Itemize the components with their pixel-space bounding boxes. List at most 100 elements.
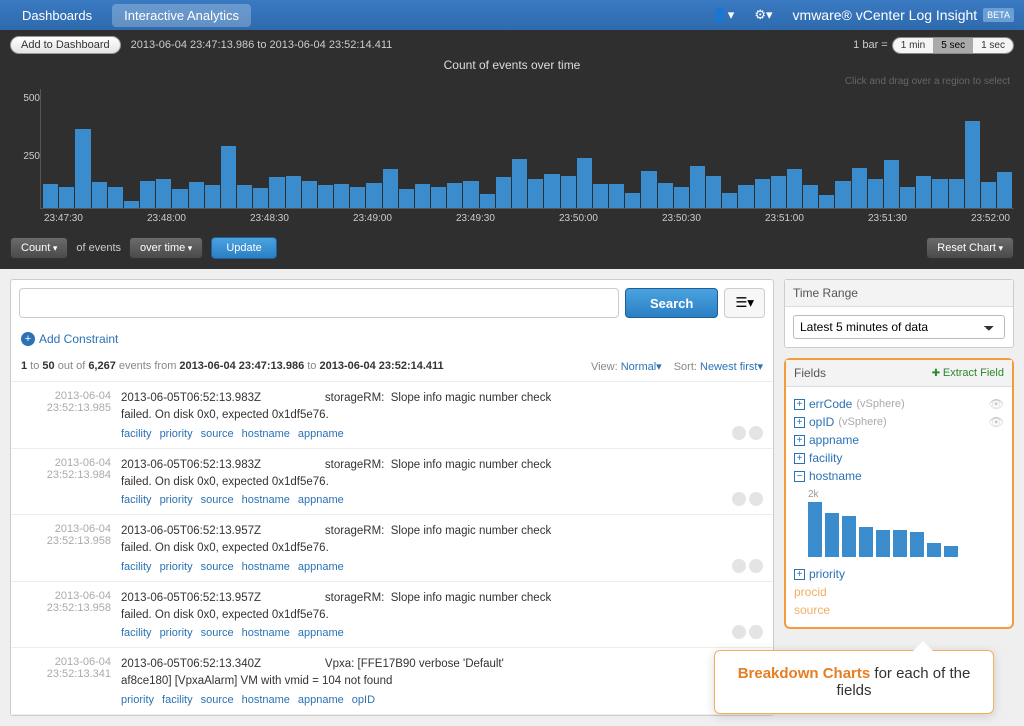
chart-bar[interactable] <box>286 176 301 208</box>
chart-bar[interactable] <box>205 185 220 208</box>
field-link[interactable]: appname <box>809 433 859 447</box>
chart-bar[interactable] <box>544 174 559 209</box>
chart-bar[interactable] <box>334 184 349 208</box>
event-tag[interactable]: appname <box>298 694 344 706</box>
event-tag[interactable]: facility <box>121 561 152 573</box>
chart-bar[interactable] <box>609 184 624 208</box>
chart-bar[interactable] <box>237 185 252 208</box>
chart-bar[interactable] <box>625 193 640 208</box>
chart-bar[interactable] <box>108 187 123 208</box>
view-mode-dropdown[interactable]: Normal▾ <box>621 361 662 373</box>
bar-width-toggle[interactable]: 1 min 5 sec 1 sec <box>892 37 1014 54</box>
chart-bar[interactable] <box>124 201 139 208</box>
chart-bar[interactable] <box>92 182 107 208</box>
event-tag[interactable]: priority <box>121 694 154 706</box>
field-link[interactable]: hostname <box>809 469 862 483</box>
event-tag[interactable]: appname <box>298 627 344 639</box>
chart-bar[interactable] <box>706 176 721 208</box>
over-time-dropdown[interactable]: over time <box>129 237 203 259</box>
chart-bar[interactable] <box>819 195 834 208</box>
event-tag[interactable]: hostname <box>242 627 290 639</box>
chart-bar[interactable] <box>172 189 187 208</box>
expand-icon[interactable]: − <box>794 471 805 482</box>
field-item[interactable]: source <box>794 601 1004 619</box>
field-link[interactable]: errCode <box>809 397 852 411</box>
bar-opt-5sec[interactable]: 5 sec <box>933 38 973 53</box>
chart-bar[interactable] <box>690 166 705 208</box>
event-tag[interactable]: facility <box>121 627 152 639</box>
mini-bar[interactable] <box>893 530 907 558</box>
chart-bar[interactable] <box>932 179 947 208</box>
chart-bar[interactable] <box>431 187 446 208</box>
chart-bar[interactable] <box>302 181 317 208</box>
extract-field-button[interactable]: Extract Field <box>932 367 1004 379</box>
chart-bar[interactable] <box>189 182 204 208</box>
clock-icon[interactable] <box>732 426 746 440</box>
chart-bar[interactable] <box>156 179 171 208</box>
chart-bar[interactable] <box>496 177 511 208</box>
event-tag[interactable]: priority <box>160 494 193 506</box>
chart-bar[interactable] <box>447 183 462 208</box>
aggregation-dropdown[interactable]: Count <box>10 237 68 259</box>
event-tag[interactable]: priority <box>160 428 193 440</box>
event-tag[interactable]: priority <box>160 627 193 639</box>
event-tag[interactable]: facility <box>121 428 152 440</box>
chart-bar[interactable] <box>383 169 398 208</box>
field-item[interactable]: +errCode (vSphere)👁 <box>794 395 1004 413</box>
eye-icon[interactable]: 👁 <box>989 415 1004 429</box>
chart-bar[interactable] <box>366 183 381 208</box>
event-row[interactable]: 2013-06-0423:52:13.3412013-06-05T06:52:1… <box>11 648 773 715</box>
event-row[interactable]: 2013-06-0423:52:13.9852013-06-05T06:52:1… <box>11 382 773 449</box>
clock-icon[interactable] <box>732 559 746 573</box>
event-tag[interactable]: appname <box>298 561 344 573</box>
event-tag[interactable]: hostname <box>242 561 290 573</box>
event-tag[interactable]: source <box>201 694 234 706</box>
chart-bar[interactable] <box>512 159 527 208</box>
field-item[interactable]: +priority <box>794 565 1004 583</box>
event-tag[interactable]: opID <box>352 694 375 706</box>
search-input[interactable] <box>19 288 619 318</box>
chart-bar[interactable] <box>787 169 802 208</box>
gear-icon[interactable]: ⚙▾ <box>744 3 782 27</box>
user-icon[interactable]: 👤▾ <box>702 3 745 27</box>
mini-bar[interactable] <box>927 543 941 557</box>
event-tag[interactable]: priority <box>160 561 193 573</box>
event-row[interactable]: 2013-06-0423:52:13.9842013-06-05T06:52:1… <box>11 449 773 516</box>
chart-bar[interactable] <box>350 187 365 208</box>
bar-opt-1min[interactable]: 1 min <box>893 38 933 53</box>
chart-bar[interactable] <box>269 177 284 208</box>
expand-icon[interactable]: + <box>794 417 805 428</box>
add-to-dashboard-button[interactable]: Add to Dashboard <box>10 36 121 54</box>
event-tag[interactable]: appname <box>298 494 344 506</box>
tab-interactive-analytics[interactable]: Interactive Analytics <box>112 4 251 27</box>
event-tag[interactable]: hostname <box>242 694 290 706</box>
field-link[interactable]: facility <box>809 451 842 465</box>
field-item[interactable]: +facility <box>794 449 1004 467</box>
mini-chart-bars[interactable] <box>808 502 1004 557</box>
search-button[interactable]: Search <box>625 288 718 318</box>
chart-bar[interactable] <box>755 179 770 208</box>
dismiss-icon[interactable] <box>749 559 763 573</box>
update-button[interactable]: Update <box>211 237 276 259</box>
chart-bar[interactable] <box>722 193 737 208</box>
chart-bar[interactable] <box>561 176 576 208</box>
search-menu-button[interactable]: ☰▾ <box>724 288 765 318</box>
event-tag[interactable]: source <box>201 428 234 440</box>
chart-bars[interactable] <box>40 89 1014 209</box>
chart-bar[interactable] <box>59 187 74 208</box>
clock-icon[interactable] <box>732 492 746 506</box>
mini-bar[interactable] <box>808 502 822 557</box>
chart-bar[interactable] <box>140 181 155 208</box>
chart-bar[interactable] <box>593 184 608 208</box>
field-link[interactable]: procid <box>794 585 827 599</box>
event-tag[interactable]: hostname <box>242 428 290 440</box>
chart-bar[interactable] <box>463 181 478 208</box>
chart-bar[interactable] <box>221 146 236 208</box>
expand-icon[interactable]: + <box>794 569 805 580</box>
chart-bar[interactable] <box>75 129 90 208</box>
chart-bar[interactable] <box>480 194 495 208</box>
chart-bar[interactable] <box>318 185 333 208</box>
dismiss-icon[interactable] <box>749 492 763 506</box>
chart-bar[interactable] <box>528 179 543 208</box>
mini-bar[interactable] <box>876 530 890 558</box>
